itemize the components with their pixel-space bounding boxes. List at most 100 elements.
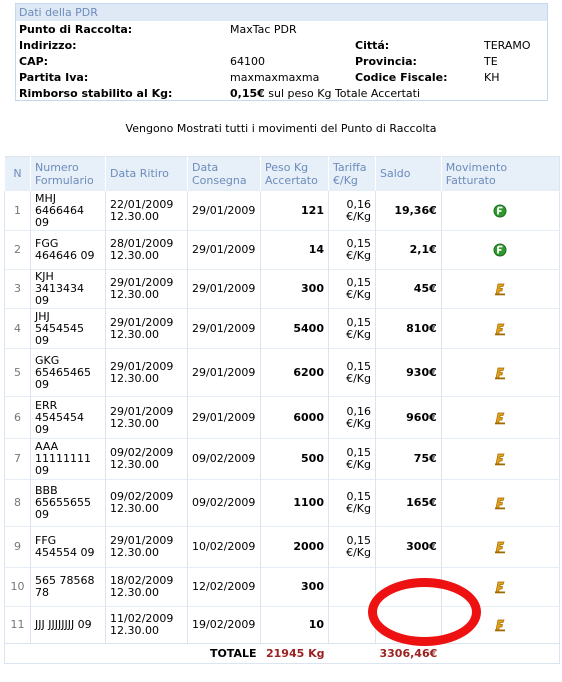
row-number: 3 bbox=[4, 269, 31, 309]
total-spacer bbox=[328, 643, 376, 664]
row-fatturato bbox=[440, 190, 560, 231]
rimborso-value: 0,15€ bbox=[230, 87, 265, 100]
provincia-value: TE bbox=[484, 55, 498, 68]
row-consegna: 29/01/2009 bbox=[187, 348, 261, 397]
row-number: 9 bbox=[4, 526, 31, 568]
row-fatturato bbox=[440, 269, 560, 309]
row-fatturato bbox=[440, 348, 560, 397]
row-ritiro: 22/01/2009 12.30.00 bbox=[105, 190, 188, 231]
row-tariffa: 0,15 €/Kg bbox=[328, 348, 376, 397]
row-saldo: 930€ bbox=[375, 348, 442, 397]
row-consegna: 09/02/2009 bbox=[187, 479, 261, 527]
info-row-cap: CAP: 64100 Provincia: TE bbox=[19, 54, 544, 70]
row-tariffa: 0,15 €/Kg bbox=[328, 438, 376, 480]
row-formulario: JJJ JJJJJJJJ 09 bbox=[30, 606, 106, 644]
total-spacer-end bbox=[441, 643, 560, 664]
col-header-n[interactable]: N bbox=[4, 156, 31, 191]
row-formulario: FFG 454554 09 bbox=[30, 526, 106, 568]
not-invoiced-icon[interactable] bbox=[493, 452, 507, 466]
movements-table: N Numero Formulario Data Ritiro Data Con… bbox=[4, 156, 560, 664]
row-peso: 2000 bbox=[260, 526, 329, 568]
row-formulario: AAA 11111111 09 bbox=[30, 438, 106, 480]
pdr-panel-title: Dati della PDR bbox=[16, 4, 547, 21]
row-formulario: 565 78568 78 bbox=[30, 567, 106, 607]
col-header-fatturato[interactable]: Movimento Fatturato bbox=[440, 156, 560, 191]
not-invoiced-icon[interactable] bbox=[493, 366, 507, 380]
row-fatturato bbox=[440, 308, 560, 349]
not-invoiced-icon[interactable] bbox=[493, 282, 507, 296]
table-row[interactable]: 8 BBB 65655655 09 09/02/2009 12.30.00 09/02… bbox=[4, 479, 560, 527]
row-ritiro: 11/02/2009 12.30.00 bbox=[105, 606, 188, 644]
table-row[interactable]: 4 JHJ 5454545 09 29/01/2009 12.30.00 29/01/… bbox=[4, 308, 560, 349]
rimborso-text: 0,15€ sul peso Kg Totale Accertati bbox=[230, 86, 420, 102]
col-header-saldo[interactable]: Saldo bbox=[375, 156, 442, 191]
row-tariffa: 0,16 €/Kg bbox=[328, 396, 376, 439]
row-consegna: 19/02/2009 bbox=[187, 606, 261, 644]
row-saldo: 2,1€ bbox=[375, 230, 442, 270]
row-fatturato bbox=[440, 526, 560, 568]
not-invoiced-icon[interactable] bbox=[493, 322, 507, 336]
row-fatturato bbox=[440, 396, 560, 439]
row-number: 1 bbox=[4, 190, 31, 231]
punto-value: MaxTac PDR bbox=[230, 23, 297, 36]
row-consegna: 12/02/2009 bbox=[187, 567, 261, 607]
row-formulario: GKG 65465465 09 bbox=[30, 348, 106, 397]
piva-value: maxmaxmaxma bbox=[230, 71, 320, 84]
row-formulario: MHJ 6466464 09 bbox=[30, 190, 106, 231]
row-consegna: 09/02/2009 bbox=[187, 438, 261, 480]
row-consegna: 10/02/2009 bbox=[187, 526, 261, 568]
table-row[interactable]: 2 FGG 464646 09 28/01/2009 12.30.00 29/01/2… bbox=[4, 230, 560, 270]
invoiced-check-icon[interactable] bbox=[493, 243, 507, 257]
col-header-tariffa[interactable]: Tariffa €/Kg bbox=[328, 156, 376, 191]
not-invoiced-icon[interactable] bbox=[493, 540, 507, 554]
rimborso-note: sul peso Kg Totale Accertati bbox=[268, 87, 421, 100]
not-invoiced-icon[interactable] bbox=[493, 496, 507, 510]
col-header-consegna[interactable]: Data Consegna bbox=[187, 156, 261, 191]
row-peso: 14 bbox=[260, 230, 329, 270]
row-peso: 500 bbox=[260, 438, 329, 480]
total-peso: 21945 Kg bbox=[260, 643, 329, 664]
row-peso: 300 bbox=[260, 269, 329, 309]
row-peso: 5400 bbox=[260, 308, 329, 349]
row-peso: 1100 bbox=[260, 479, 329, 527]
row-peso: 6000 bbox=[260, 396, 329, 439]
row-ritiro: 29/01/2009 12.30.00 bbox=[105, 396, 188, 439]
col-header-ritiro[interactable]: Data Ritiro bbox=[105, 156, 188, 191]
col-header-peso[interactable]: Peso Kg Accertato bbox=[260, 156, 329, 191]
row-saldo: 45€ bbox=[375, 269, 442, 309]
provincia-label: Provincia: bbox=[355, 55, 417, 68]
row-number: 11 bbox=[4, 606, 31, 644]
row-number: 2 bbox=[4, 230, 31, 270]
table-row[interactable]: 6 ERR 4545454 09 29/01/2009 12.30.00 29/01/… bbox=[4, 396, 560, 439]
row-number: 4 bbox=[4, 308, 31, 349]
table-row[interactable]: 5 GKG 65465465 09 29/01/2009 12.30.00 29/01… bbox=[4, 348, 560, 397]
row-saldo: 75€ bbox=[375, 438, 442, 480]
row-formulario: FGG 464646 09 bbox=[30, 230, 106, 270]
row-formulario: KJH 3413434 09 bbox=[30, 269, 106, 309]
not-invoiced-icon[interactable] bbox=[493, 580, 507, 594]
invoiced-check-icon[interactable] bbox=[493, 204, 507, 218]
not-invoiced-icon[interactable] bbox=[493, 411, 507, 425]
col-header-formulario[interactable]: Numero Formulario bbox=[30, 156, 106, 191]
row-fatturato bbox=[440, 438, 560, 480]
table-row[interactable]: 9 FFG 454554 09 29/01/2009 12.30.00 10/02/2… bbox=[4, 526, 560, 568]
row-peso: 300 bbox=[260, 567, 329, 607]
row-ritiro: 09/02/2009 12.30.00 bbox=[105, 438, 188, 480]
pdr-info-panel: Dati della PDR Punto di Raccolta: MaxTac… bbox=[15, 3, 548, 101]
row-peso: 6200 bbox=[260, 348, 329, 397]
row-consegna: 29/01/2009 bbox=[187, 308, 261, 349]
row-consegna: 29/01/2009 bbox=[187, 396, 261, 439]
row-tariffa: 0,15 €/Kg bbox=[328, 230, 376, 270]
not-invoiced-icon[interactable] bbox=[493, 618, 507, 632]
row-number: 10 bbox=[4, 567, 31, 607]
info-row-punto: Punto di Raccolta: MaxTac PDR bbox=[19, 22, 544, 38]
intro-text: Vengono Mostrati tutti i movimenti del P… bbox=[125, 122, 437, 135]
row-saldo: 300€ bbox=[375, 526, 442, 568]
table-row[interactable]: 1 MHJ 6466464 09 22/01/2009 12.30.00 29/01/… bbox=[4, 190, 560, 231]
table-row[interactable]: 7 AAA 11111111 09 09/02/2009 12.30.00 09/02… bbox=[4, 438, 560, 480]
rimborso-label: Rimborso stabilito al Kg: bbox=[19, 87, 173, 100]
citta-label: Cittá: bbox=[355, 39, 390, 52]
row-consegna: 29/01/2009 bbox=[187, 269, 261, 309]
cf-value: KH bbox=[484, 71, 500, 84]
table-row[interactable]: 3 KJH 3413434 09 29/01/2009 12.30.00 29/01/… bbox=[4, 269, 560, 309]
